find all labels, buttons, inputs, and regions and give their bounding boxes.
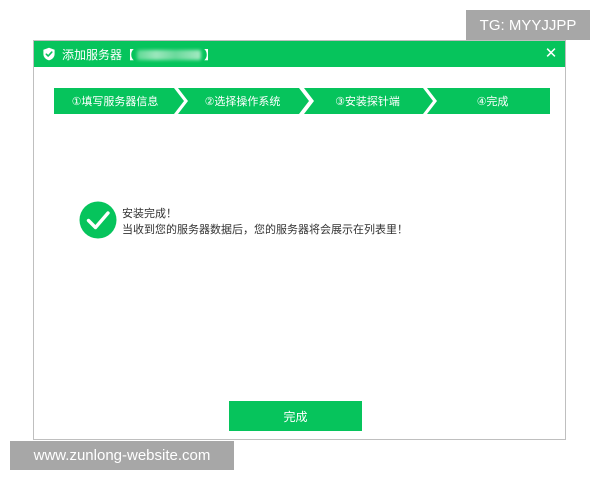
close-icon[interactable]: ✕ bbox=[543, 45, 559, 61]
dialog-titlebar: 添加服务器【 】 ✕ bbox=[34, 41, 565, 67]
shield-icon bbox=[42, 47, 56, 61]
tg-watermark: TG: MYYJJPP bbox=[466, 10, 590, 40]
dialog-title: 添加服务器【 】 bbox=[62, 46, 216, 63]
dialog-title-prefix: 添加服务器【 bbox=[62, 47, 135, 62]
success-detail: 当收到您的服务器数据后，您的服务器将会展示在列表里！ bbox=[122, 223, 408, 236]
wizard-steps: ①填写服务器信息 ②选择操作系统 ③安装探针端 ④完成 bbox=[54, 88, 550, 114]
step-complete: ④完成 bbox=[427, 88, 550, 114]
success-message: 安装完成！ 当收到您的服务器数据后，您的服务器将会展示在列表里！ bbox=[122, 206, 408, 238]
redacted-server-name bbox=[137, 50, 202, 60]
step-select-os: ②选择操作系统 bbox=[178, 88, 309, 114]
dialog-title-suffix: 】 bbox=[204, 47, 217, 62]
step-fill-server-info: ①填写服务器信息 bbox=[54, 88, 184, 114]
step-install-probe: ③安装探针端 bbox=[304, 88, 433, 114]
add-server-dialog: 添加服务器【 】 ✕ ①填写服务器信息 ②选择操作系统 ③安装探针端 ④完成 安装… bbox=[33, 40, 566, 440]
check-circle-icon bbox=[79, 201, 117, 239]
site-watermark: www.zunlong-website.com bbox=[10, 441, 234, 470]
done-button[interactable]: 完成 bbox=[229, 401, 362, 431]
success-title: 安装完成！ bbox=[122, 207, 177, 220]
